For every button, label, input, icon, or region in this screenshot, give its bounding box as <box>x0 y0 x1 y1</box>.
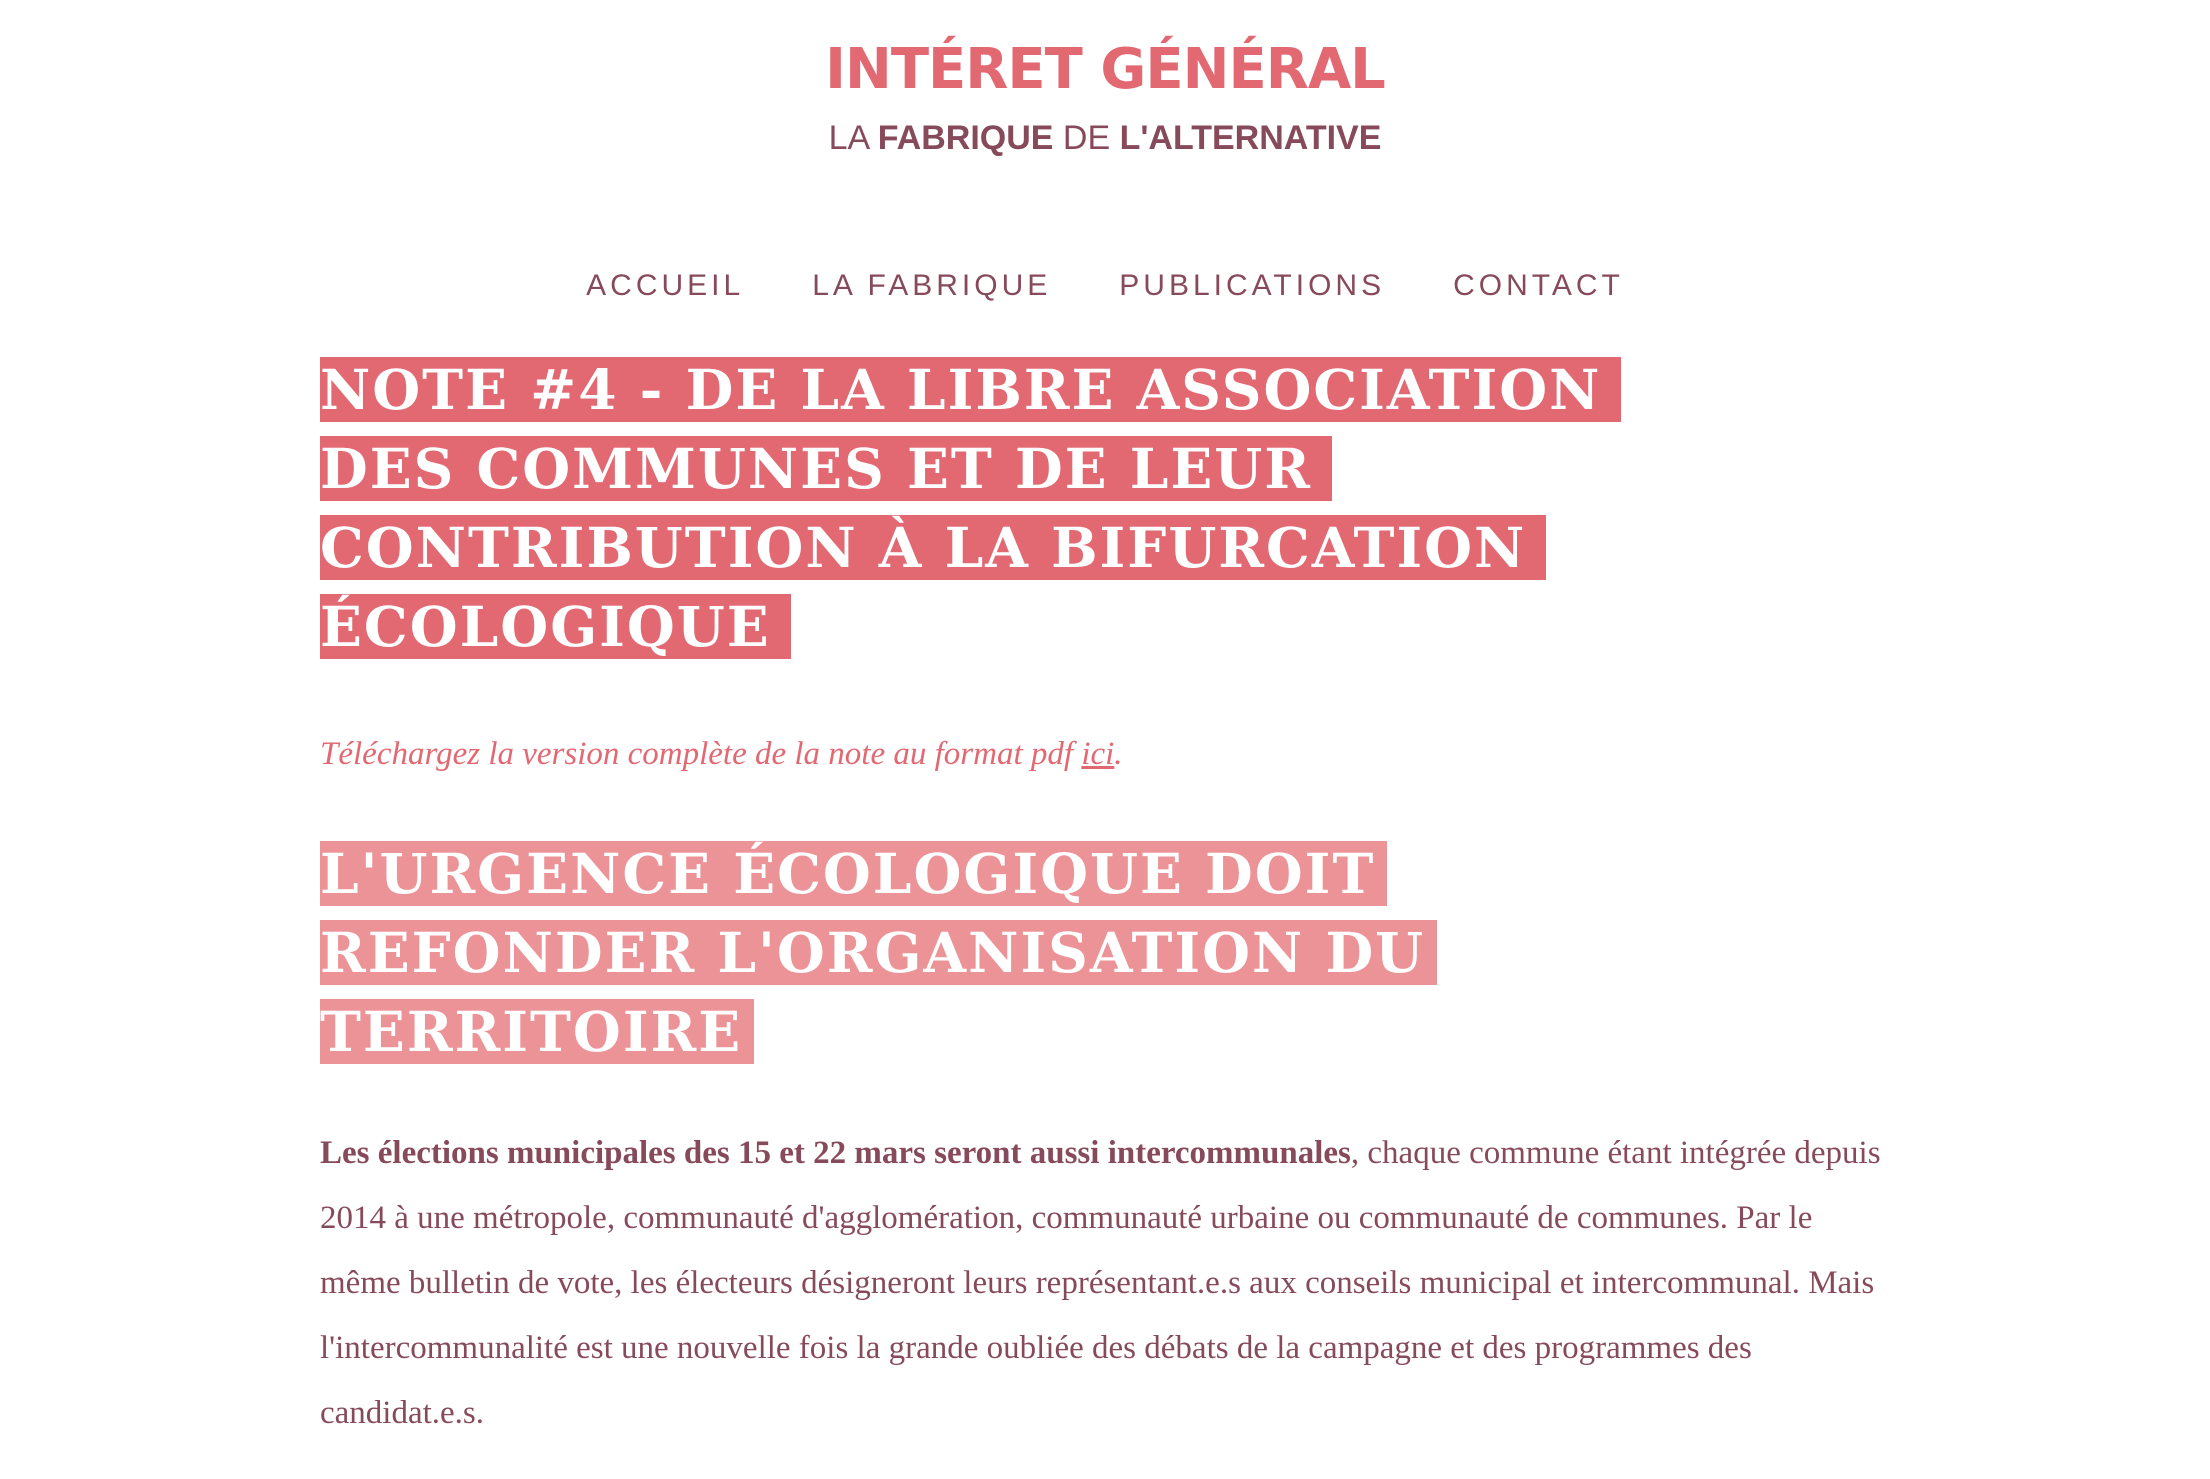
nav-item-accueil[interactable]: ACCUEIL <box>586 266 744 306</box>
main-nav: ACCUEIL LA FABRIQUE PUBLICATIONS CONTACT <box>0 266 2210 306</box>
body-paragraph-text: , chaque commune étant intégrée depuis 2… <box>320 1135 1881 1431</box>
section-heading: L'URGENCE ÉCOLOGIQUE DOIT REFONDER L'ORG… <box>320 834 1620 1071</box>
site-tagline: LA FABRIQUE DE L'ALTERNATIVE <box>0 118 2210 158</box>
nav-item-la-fabrique[interactable]: LA FABRIQUE <box>812 266 1051 306</box>
article: NOTE #4 - DE LA LIBRE ASSOCIATION DES CO… <box>320 350 1890 1479</box>
body-paragraph-bold: Les élections municipales des 15 et 22 m… <box>320 1135 1351 1171</box>
article-title: NOTE #4 - DE LA LIBRE ASSOCIATION DES CO… <box>320 350 1740 666</box>
site-header: INTÉRET GÉNÉRAL LA FABRIQUE DE L'ALTERNA… <box>0 0 2210 306</box>
download-suffix: . <box>1114 736 1123 772</box>
section-heading-text: L'URGENCE ÉCOLOGIQUE DOIT REFONDER L'ORG… <box>320 841 1438 1064</box>
tagline-part-bold: FABRIQUE <box>877 119 1054 157</box>
body-paragraph: Les élections municipales des 15 et 22 m… <box>320 1121 1890 1446</box>
download-line: Téléchargez la version complète de la no… <box>320 732 1890 776</box>
tagline-part: LA <box>828 119 878 157</box>
download-text: Téléchargez la version complète de la no… <box>320 736 1082 772</box>
article-title-text: NOTE #4 - DE LA LIBRE ASSOCIATION DES CO… <box>320 357 1622 659</box>
download-link[interactable]: ici <box>1081 736 1114 772</box>
nav-item-contact[interactable]: CONTACT <box>1453 266 1624 306</box>
site-title[interactable]: INTÉRET GÉNÉRAL <box>0 34 2210 106</box>
tagline-part-bold: L'ALTERNATIVE <box>1119 119 1382 157</box>
tagline-part: DE <box>1053 119 1120 157</box>
nav-item-publications[interactable]: PUBLICATIONS <box>1119 266 1385 306</box>
